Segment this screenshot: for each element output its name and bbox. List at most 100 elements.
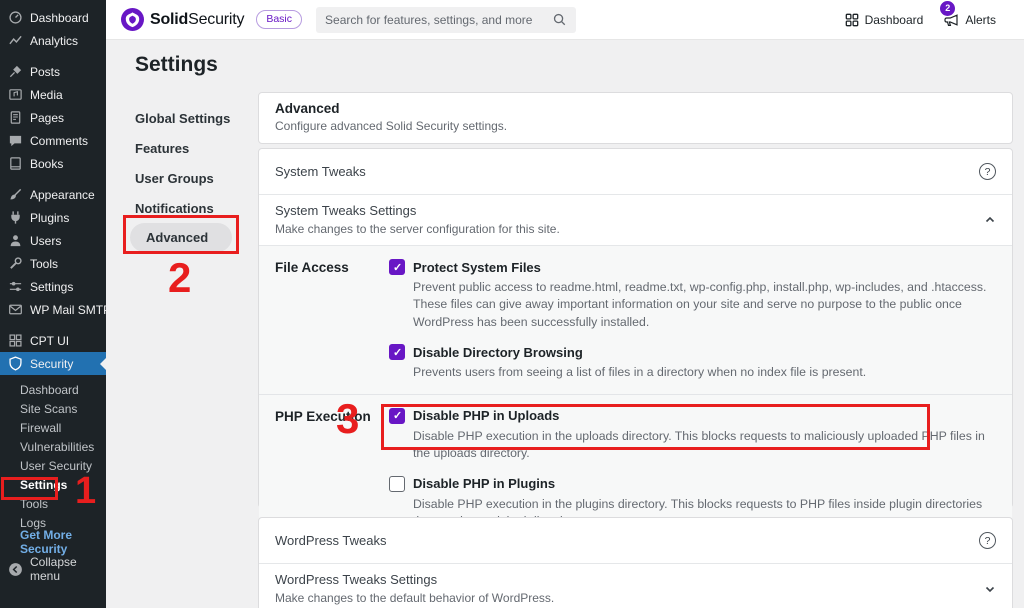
- brand-shield-icon: [121, 8, 144, 31]
- sidebar-item-security[interactable]: Security: [0, 352, 106, 375]
- settings-group-title: System Tweaks Settings: [275, 203, 560, 218]
- option-label[interactable]: Disable Directory Browsing: [413, 345, 583, 360]
- sidebar-item-wp-mail-smtp[interactable]: WP Mail SMTP: [0, 298, 106, 321]
- submenu-item-firewall[interactable]: Firewall: [0, 418, 106, 437]
- option-disable-directory-browsing: Disable Directory Browsing Prevents user…: [389, 344, 992, 381]
- help-icon[interactable]: ?: [979, 163, 996, 180]
- search-bar[interactable]: [316, 7, 576, 33]
- topbar-dashboard-label: Dashboard: [865, 13, 924, 27]
- tab-global-settings[interactable]: Global Settings: [130, 103, 248, 133]
- disable-php-in-uploads-checkbox[interactable]: [389, 408, 405, 424]
- submenu-item-site-scans[interactable]: Site Scans: [0, 399, 106, 418]
- analytics-icon: [8, 33, 23, 48]
- topbar-alerts-label: Alerts: [965, 13, 996, 27]
- chevron-down-icon[interactable]: [984, 583, 996, 595]
- sidebar-item-comments[interactable]: Comments: [0, 129, 106, 152]
- tab-advanced[interactable]: Advanced: [130, 223, 232, 252]
- protect-system-files-checkbox[interactable]: [389, 259, 405, 275]
- book-icon: [8, 156, 23, 171]
- file-access-group: File Access Protect System Files Prevent…: [259, 246, 1012, 394]
- sidebar-item-label: Dashboard: [30, 11, 89, 25]
- sidebar-item-label: Settings: [30, 280, 73, 294]
- submenu-item-settings[interactable]: Settings: [0, 475, 106, 494]
- option-description: Disable PHP execution in the uploads dir…: [413, 428, 992, 463]
- sidebar-item-label: Security: [30, 357, 73, 371]
- solid-security-logo: SolidSecurity Basic: [121, 8, 302, 31]
- submenu-item-tools[interactable]: Tools: [0, 494, 106, 513]
- sidebar-item-label: CPT UI: [30, 334, 69, 348]
- page-title: Settings: [135, 53, 218, 77]
- submenu-item-label: Get More Security: [20, 528, 106, 556]
- help-icon[interactable]: ?: [979, 532, 996, 549]
- system-tweaks-settings-header[interactable]: System Tweaks Settings Make changes to t…: [259, 195, 1012, 246]
- tab-label: User Groups: [135, 171, 214, 186]
- sidebar-item-label: Analytics: [30, 34, 78, 48]
- sidebar-item-posts[interactable]: Posts: [0, 60, 106, 83]
- submenu-item-label: Site Scans: [20, 402, 77, 416]
- sidebar-item-tools[interactable]: Tools: [0, 252, 106, 275]
- topbar-alerts-button[interactable]: 2 Alerts: [943, 12, 996, 28]
- mail-icon: [8, 302, 23, 317]
- card-title: WordPress Tweaks: [275, 533, 387, 548]
- chevron-up-icon[interactable]: [984, 214, 996, 226]
- disable-directory-browsing-checkbox[interactable]: [389, 344, 405, 360]
- grid-icon: [8, 333, 23, 348]
- collapse-arrow-icon: [8, 562, 23, 577]
- tab-label: Features: [135, 141, 189, 156]
- topbar-dashboard-button[interactable]: Dashboard: [845, 13, 924, 27]
- option-label[interactable]: Disable PHP in Uploads: [413, 408, 559, 423]
- sidebar-item-media[interactable]: Media: [0, 83, 106, 106]
- wordpress-tweaks-settings-header[interactable]: WordPress Tweaks Settings Make changes t…: [259, 564, 1012, 608]
- sidebar-item-cpt-ui[interactable]: CPT UI: [0, 329, 106, 352]
- settings-group-title: WordPress Tweaks Settings: [275, 572, 554, 587]
- tab-user-groups[interactable]: User Groups: [130, 163, 248, 193]
- submenu-item-user-security[interactable]: User Security: [0, 456, 106, 475]
- submenu-item-get-more-security[interactable]: Get More Security: [0, 532, 106, 551]
- collapse-menu-button[interactable]: Collapse menu: [0, 557, 106, 581]
- brand-name-bold: Solid: [150, 11, 188, 28]
- submenu-item-label: Tools: [20, 497, 48, 511]
- option-disable-php-in-uploads: Disable PHP in Uploads Disable PHP execu…: [389, 408, 992, 463]
- sidebar-item-label: WP Mail SMTP: [30, 303, 111, 317]
- tab-notifications[interactable]: Notifications: [130, 193, 248, 223]
- sidebar-item-plugins[interactable]: Plugins: [0, 206, 106, 229]
- submenu-item-label: Vulnerabilities: [20, 440, 94, 454]
- sidebar-item-label: Tools: [30, 257, 58, 271]
- card-title: System Tweaks: [275, 164, 366, 179]
- sidebar-item-dashboard[interactable]: Dashboard: [0, 6, 106, 29]
- alerts-count-badge: 2: [940, 1, 955, 16]
- sliders-icon: [8, 279, 23, 294]
- sidebar-item-appearance[interactable]: Appearance: [0, 183, 106, 206]
- submenu-item-vulnerabilities[interactable]: Vulnerabilities: [0, 437, 106, 456]
- annotation-number-2: 2: [168, 257, 191, 299]
- search-input[interactable]: [325, 13, 552, 27]
- sidebar-item-books[interactable]: Books: [0, 152, 106, 175]
- wordpress-tweaks-header: WordPress Tweaks ?: [259, 518, 1012, 564]
- advanced-header-card: Advanced Configure advanced Solid Securi…: [258, 92, 1013, 144]
- disable-php-in-plugins-checkbox[interactable]: [389, 476, 405, 492]
- pin-icon: [8, 64, 23, 79]
- option-description: Prevent public access to readme.html, re…: [413, 279, 992, 331]
- collapse-menu-label: Collapse menu: [30, 555, 98, 583]
- media-icon: [8, 87, 23, 102]
- sidebar-item-label: Media: [30, 88, 63, 102]
- sidebar-item-pages[interactable]: Pages: [0, 106, 106, 129]
- tab-features[interactable]: Features: [130, 133, 248, 163]
- settings-group-desc: Make changes to the server configuration…: [275, 222, 560, 236]
- comment-icon: [8, 133, 23, 148]
- option-protect-system-files: Protect System Files Prevent public acce…: [389, 259, 992, 331]
- submenu-item-dashboard[interactable]: Dashboard: [0, 380, 106, 399]
- menu-separator: [0, 175, 106, 183]
- sidebar-item-label: Users: [30, 234, 61, 248]
- sidebar-item-settings[interactable]: Settings: [0, 275, 106, 298]
- sidebar-item-label: Plugins: [30, 211, 69, 225]
- option-label[interactable]: Disable PHP in Plugins: [413, 476, 555, 491]
- sidebar-item-analytics[interactable]: Analytics: [0, 29, 106, 52]
- tab-label: Notifications: [135, 201, 214, 216]
- menu-separator: [0, 52, 106, 60]
- settings-subnav: Global Settings Features User Groups Not…: [130, 103, 248, 252]
- sidebar-item-users[interactable]: Users: [0, 229, 106, 252]
- option-label[interactable]: Protect System Files: [413, 260, 541, 275]
- submenu-item-label: Settings: [20, 478, 67, 492]
- system-tweaks-card: System Tweaks ? System Tweaks Settings M…: [258, 148, 1013, 508]
